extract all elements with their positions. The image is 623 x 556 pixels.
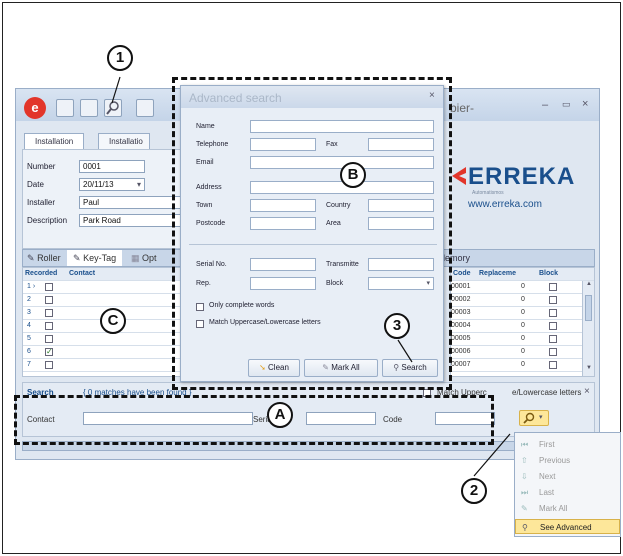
callout-2: 2 (461, 478, 487, 504)
callout-a: A (267, 402, 293, 428)
callout-3: 3 (384, 313, 410, 339)
callout-1: 1 (107, 45, 133, 71)
callout-b: B (340, 162, 366, 188)
callout-lines (111, 76, 511, 477)
callout-c: C (100, 308, 126, 334)
